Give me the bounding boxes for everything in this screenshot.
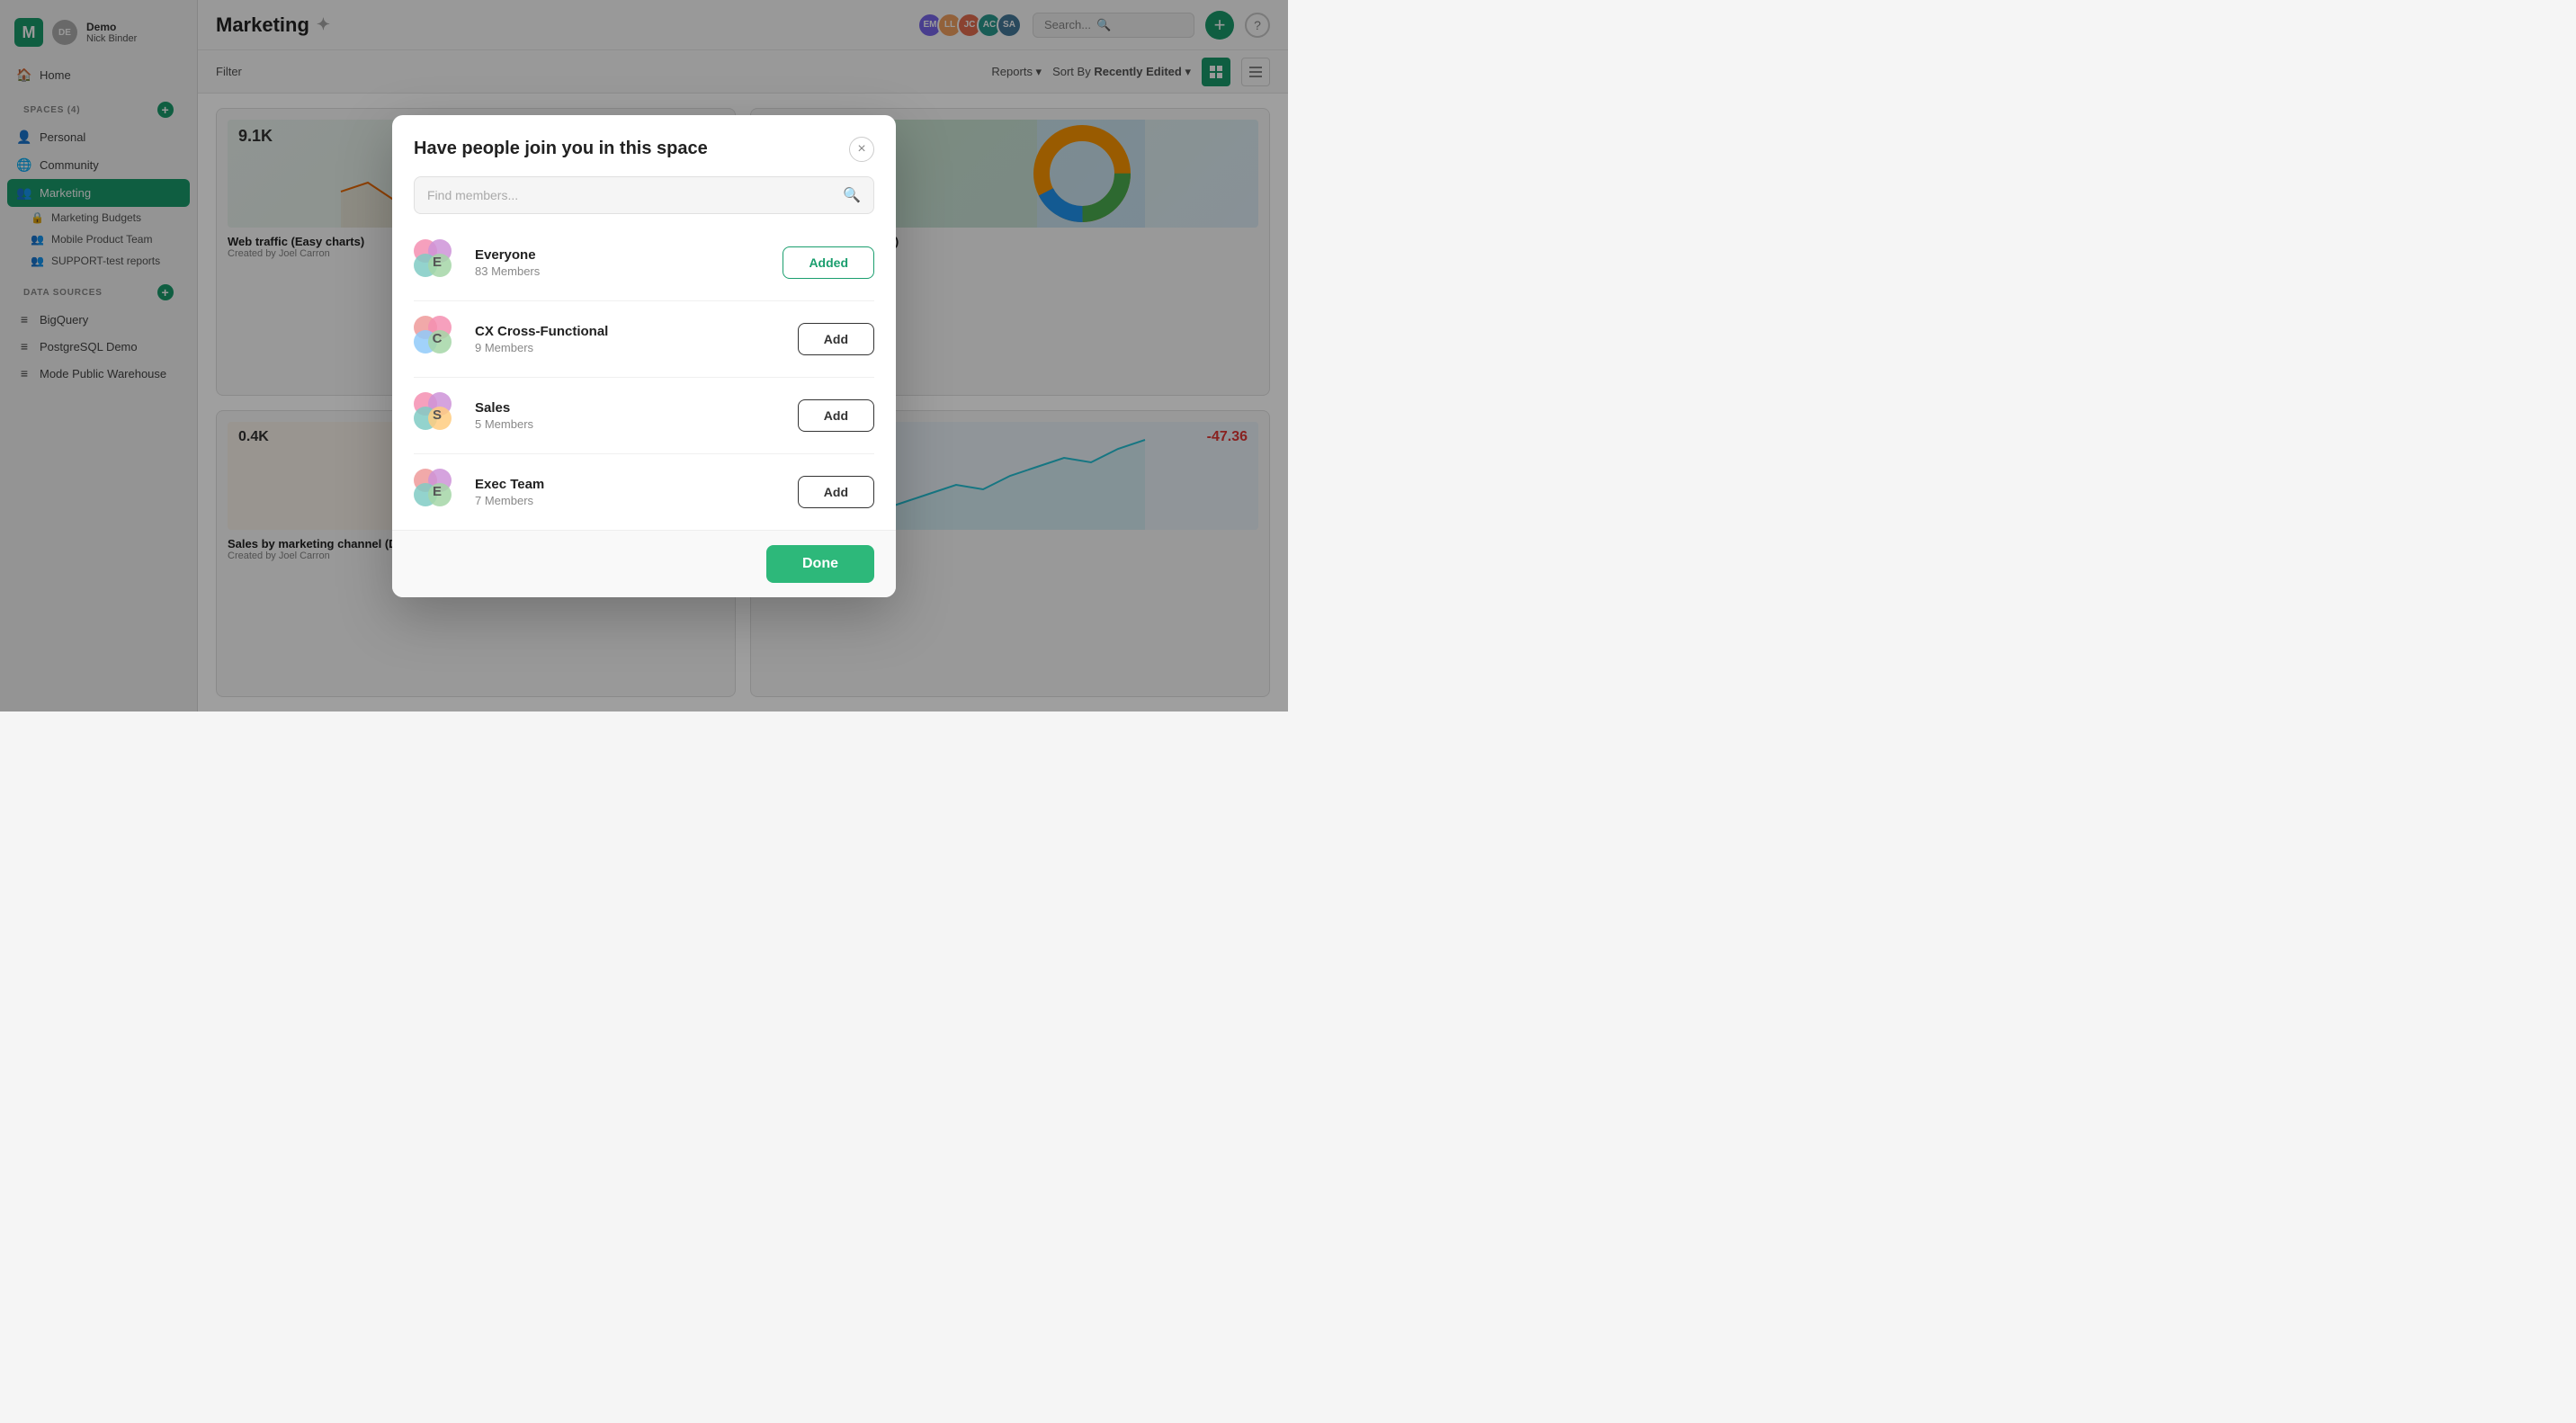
everyone-avatar: E <box>414 239 461 286</box>
member-row-cx: C CX Cross-Functional 9 Members Add <box>414 301 874 378</box>
exec-info: Exec Team 7 Members <box>475 477 783 507</box>
everyone-count: 83 Members <box>475 264 768 278</box>
exec-add-button[interactable]: Add <box>798 476 874 508</box>
sales-name: Sales <box>475 400 783 416</box>
exec-count: 7 Members <box>475 494 783 507</box>
modal-member-list: E Everyone 83 Members Added C CX <box>392 225 896 530</box>
everyone-name: Everyone <box>475 247 768 263</box>
modal-title: Have people join you in this space <box>414 139 708 159</box>
cx-add-button[interactable]: Add <box>798 323 874 355</box>
sales-add-button[interactable]: Add <box>798 399 874 432</box>
cx-name: CX Cross-Functional <box>475 324 783 339</box>
everyone-added-button[interactable]: Added <box>783 246 874 279</box>
cx-info: CX Cross-Functional 9 Members <box>475 324 783 354</box>
modal-header: Have people join you in this space × <box>392 115 896 176</box>
search-icon: 🔍 <box>843 186 861 204</box>
member-row-exec: E Exec Team 7 Members Add <box>414 454 874 530</box>
member-row-sales: S Sales 5 Members Add <box>414 378 874 454</box>
cx-count: 9 Members <box>475 341 783 354</box>
modal-footer: Done <box>392 530 896 597</box>
exec-avatar: E <box>414 469 461 515</box>
modal-close-button[interactable]: × <box>849 137 874 162</box>
cx-avatar: C <box>414 316 461 362</box>
modal-overlay: Have people join you in this space × 🔍 E… <box>0 0 1288 712</box>
member-search-input[interactable] <box>427 188 836 202</box>
sales-info: Sales 5 Members <box>475 400 783 431</box>
everyone-info: Everyone 83 Members <box>475 247 768 278</box>
member-row-everyone: E Everyone 83 Members Added <box>414 225 874 301</box>
modal-search-container[interactable]: 🔍 <box>414 176 874 214</box>
sales-count: 5 Members <box>475 417 783 431</box>
done-button[interactable]: Done <box>766 545 874 583</box>
exec-name: Exec Team <box>475 477 783 492</box>
invite-modal: Have people join you in this space × 🔍 E… <box>392 115 896 597</box>
sales-avatar: S <box>414 392 461 439</box>
